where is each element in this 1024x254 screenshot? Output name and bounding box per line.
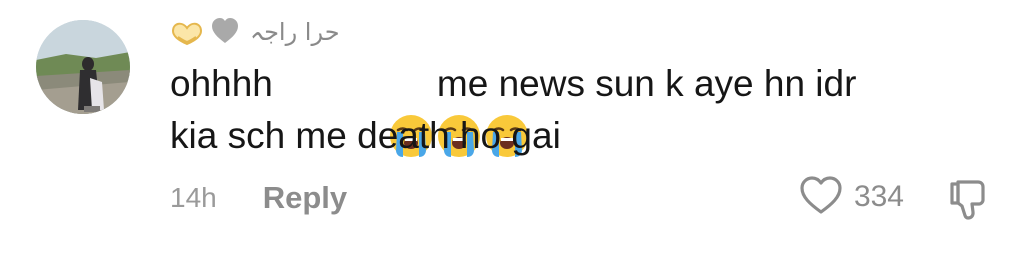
heart-hands-icon bbox=[170, 17, 204, 47]
reply-button[interactable]: Reply bbox=[263, 180, 347, 216]
comment-line-1: ohhhh me news sun k aye hn idr bbox=[170, 58, 970, 157]
comment-text: ohhhh me news sun k aye hn idr kia sch m… bbox=[170, 58, 970, 162]
comment-time: 14h bbox=[170, 182, 217, 213]
comment-text-part: kia sch me death ho gai bbox=[170, 115, 561, 156]
username[interactable]: حرا راجہ bbox=[250, 18, 340, 46]
like-count: 334 bbox=[853, 180, 904, 213]
loudly-crying-face-icon bbox=[333, 61, 480, 157]
dislike-button[interactable] bbox=[944, 176, 990, 222]
loudly-crying-face-icon bbox=[285, 61, 432, 157]
like-button[interactable]: 334 bbox=[798, 174, 904, 220]
comment-meta: 14h Reply bbox=[170, 176, 347, 220]
comment-item: حرا راجہ ohhhh me news sun k aye hn idr … bbox=[0, 0, 1024, 254]
comment-text-part: ohhhh bbox=[170, 63, 273, 104]
grey-heart-icon bbox=[210, 17, 244, 47]
username-row[interactable]: حرا راجہ bbox=[170, 12, 340, 52]
emoji-group bbox=[285, 61, 528, 157]
avatar[interactable] bbox=[36, 20, 130, 114]
comment-text-part: me news sun k aye hn idr bbox=[436, 63, 857, 104]
thumbs-down-icon[interactable] bbox=[944, 180, 990, 226]
comment-line-2: kia sch me death ho gai bbox=[170, 110, 970, 162]
heart-outline-icon[interactable] bbox=[798, 174, 844, 221]
loudly-crying-face-icon bbox=[381, 61, 528, 157]
